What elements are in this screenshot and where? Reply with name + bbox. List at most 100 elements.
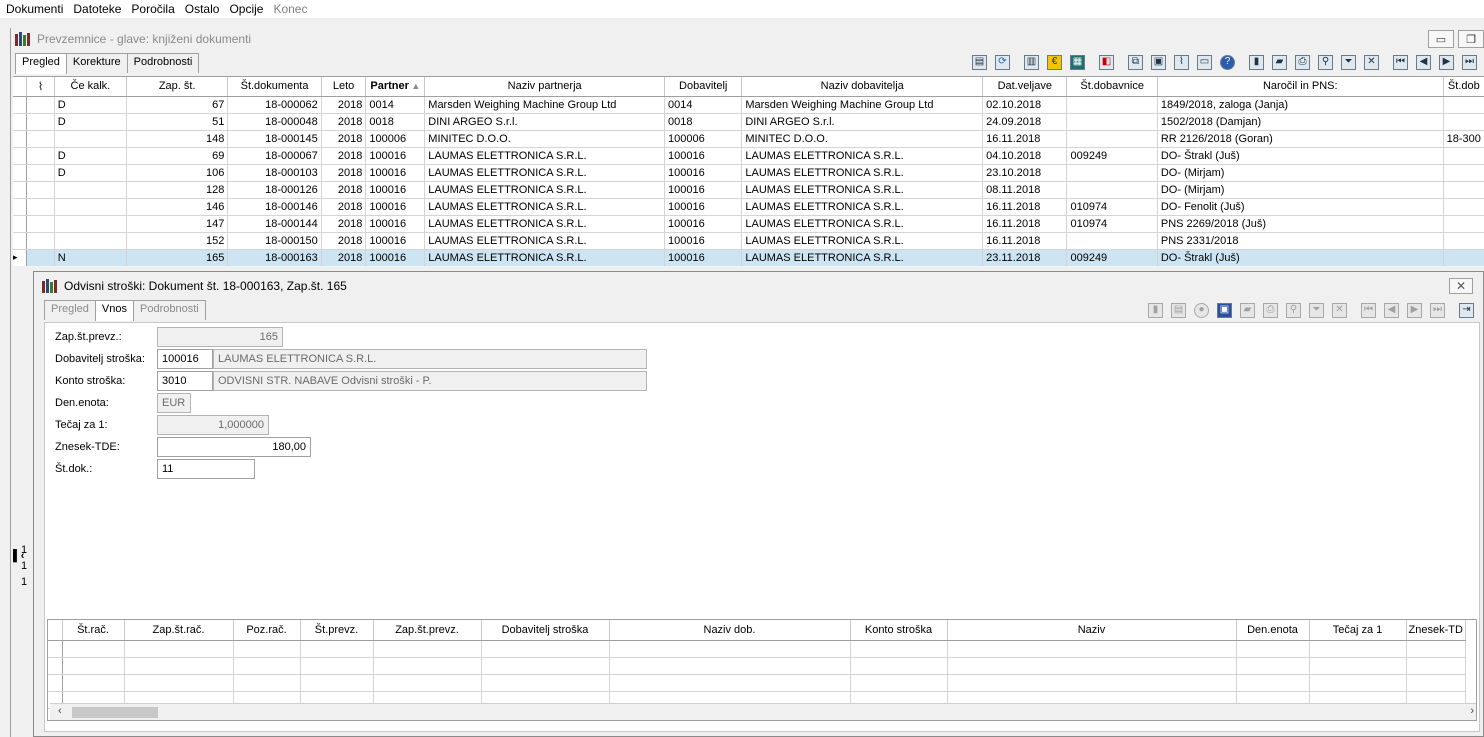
cell-ck[interactable]: D	[54, 113, 128, 131]
menu-ostalo[interactable]: Ostalo	[185, 2, 220, 16]
cell-zap[interactable]: 106	[126, 164, 229, 182]
row-indicator[interactable]	[13, 232, 28, 250]
cell-leto[interactable]: 2018	[321, 215, 367, 233]
cell-zap[interactable]: 69	[126, 147, 229, 165]
screen-button[interactable]: ▭	[1194, 52, 1215, 72]
cell-naziv[interactable]: LAUMAS ELETTRONICA S.R.L.	[424, 232, 666, 250]
row-attachment-cell[interactable]	[26, 232, 55, 250]
cell-leto[interactable]: 2018	[321, 181, 367, 199]
cell-dok[interactable]: 18-000126	[227, 181, 322, 199]
header-naziv-dobavitelja[interactable]: Naziv dobavitelja	[741, 77, 984, 97]
cell-dok[interactable]: 18-000146	[227, 198, 322, 216]
cell-dat[interactable]: 16.11.2018	[982, 130, 1068, 148]
cell-nar[interactable]: DO- Štrakl (Juš)	[1157, 249, 1444, 266]
table-row[interactable]: 147 18-000144 2018 100016 LAUMAS ELETTRONICA…	[13, 215, 1484, 233]
cell-dat[interactable]: 23.10.2018	[982, 164, 1068, 182]
menu-dokumenti[interactable]: Dokumenti	[6, 2, 63, 16]
menu-datoteke[interactable]: Datoteke	[73, 2, 121, 16]
copy-button[interactable]: ⧉	[1125, 52, 1146, 72]
cell-ck[interactable]	[54, 181, 128, 199]
cell-partner[interactable]: 100016	[365, 249, 426, 266]
cell-nar[interactable]: DO- (Mirjam)	[1157, 181, 1444, 199]
cell-dat[interactable]: 02.10.2018	[982, 96, 1068, 114]
cell-last[interactable]	[1443, 181, 1484, 199]
cell-dob[interactable]: 0014	[664, 96, 743, 114]
row-attachment-cell[interactable]	[26, 249, 55, 266]
print-button[interactable]: ⎙	[1292, 52, 1313, 72]
konto-name-field[interactable]: ODVISNI STR. NABAVE Odvisni stroški - P.	[213, 371, 647, 391]
table-row[interactable]	[48, 674, 1466, 692]
child-open-button[interactable]: ▰	[1237, 300, 1258, 320]
cell-stdob[interactable]	[1066, 232, 1158, 250]
header-dobavitelj[interactable]: Dobavitelj	[664, 77, 743, 97]
table-row[interactable]: D 69 18-000067 2018 100016 LAUMAS ELETTRONICA…	[13, 147, 1484, 165]
child-tab-pregled[interactable]: Pregled	[44, 300, 96, 320]
cell-stdob[interactable]: 009249	[1066, 147, 1158, 165]
cell-stdob[interactable]	[1066, 130, 1158, 148]
attach-button[interactable]: ⌇	[1171, 52, 1192, 72]
cell-dob[interactable]: 100016	[664, 147, 743, 165]
header-zap-st-prevz[interactable]: Zap.št.prevz.	[373, 620, 482, 641]
header-dobavitelj-stroska[interactable]: Dobavitelj stroška	[481, 620, 610, 641]
horizontal-scrollbar[interactable]: ‹ ›	[50, 703, 1476, 720]
cell-leto[interactable]: 2018	[321, 113, 367, 131]
cell-naziv[interactable]: DINI ARGEO S.r.l.	[424, 113, 666, 131]
cell-naziv[interactable]: LAUMAS ELETTRONICA S.R.L.	[424, 164, 666, 182]
search-button[interactable]: ⚲	[1315, 52, 1336, 72]
table-row[interactable]: 152 18-000150 2018 100016 LAUMAS ELETTRONICA…	[13, 232, 1484, 250]
paperclip-header-icon[interactable]: ⌇	[26, 77, 55, 97]
cell-partner[interactable]: 100016	[365, 147, 426, 165]
row-attachment-cell[interactable]	[26, 198, 55, 216]
paste-button[interactable]: ▣	[1148, 52, 1169, 72]
child-clear-filter-button[interactable]: ✕	[1329, 300, 1350, 320]
cell-nazivdob[interactable]: MINITEC D.O.O.	[741, 130, 984, 148]
table-row[interactable]	[48, 640, 1466, 658]
cell-nar[interactable]: DO- Fenolit (Juš)	[1157, 198, 1444, 216]
tab-pregled[interactable]: Pregled	[15, 53, 67, 74]
book-button[interactable]: ▥	[1021, 52, 1042, 72]
header-st-prevz[interactable]: Št.prevz.	[300, 620, 374, 641]
header-den-enota[interactable]: Den.enota	[1236, 620, 1310, 641]
dobavitelj-code-field[interactable]: 100016	[157, 349, 213, 369]
cell-nazivdob[interactable]: Marsden Weighing Machine Group Ltd	[741, 96, 984, 114]
den-enota-field[interactable]: EUR	[157, 393, 191, 413]
cell-nazivdob[interactable]: LAUMAS ELETTRONICA S.R.L.	[741, 147, 984, 165]
cell-stdob[interactable]: 010974	[1066, 198, 1158, 216]
cell-stdob[interactable]	[1066, 164, 1158, 182]
header-zap-st-rac[interactable]: Zap.št.rač.	[124, 620, 234, 641]
cell-naziv[interactable]: LAUMAS ELETTRONICA S.R.L.	[424, 215, 666, 233]
header-dat-veljave[interactable]: Dat.veljave	[982, 77, 1068, 97]
table-row[interactable]: ▸ N 165 18-000163 2018 100016 LAUMAS ELETTRONI…	[13, 249, 1484, 266]
open-button[interactable]: ▰	[1269, 52, 1290, 72]
filter-button[interactable]: ⏷	[1338, 52, 1359, 72]
restore-button[interactable]: ❐	[1458, 30, 1484, 48]
cell-dok[interactable]: 18-000145	[227, 130, 322, 148]
header-narocil-pns[interactable]: Naročil in PNS:	[1157, 77, 1444, 97]
row-indicator[interactable]	[13, 130, 28, 148]
cell-ck[interactable]	[54, 130, 128, 148]
header-tecaj-za-1[interactable]: Tečaj za 1	[1309, 620, 1407, 641]
row-indicator[interactable]	[13, 96, 28, 114]
cell-last[interactable]	[1443, 96, 1484, 114]
cell-stdob[interactable]	[1066, 113, 1158, 131]
cell-last[interactable]	[1443, 232, 1484, 250]
child-print-button[interactable]: ⎙	[1260, 300, 1281, 320]
cell-last[interactable]	[1443, 215, 1484, 233]
minimize-button[interactable]: ▭	[1428, 30, 1454, 48]
header-st-dob[interactable]: Št.dob	[1443, 77, 1484, 97]
cell-dok[interactable]: 18-000144	[227, 215, 322, 233]
cell-nazivdob[interactable]: LAUMAS ELETTRONICA S.R.L.	[741, 198, 984, 216]
cell-ck[interactable]: D	[54, 164, 128, 182]
cell-dok[interactable]: 18-000062	[227, 96, 322, 114]
child-search-button[interactable]: ⚲	[1283, 300, 1304, 320]
calculator-button[interactable]: ▦	[1067, 52, 1088, 72]
current-row-indicator-icon[interactable]: ▸	[13, 249, 28, 266]
cell-ck[interactable]: N	[54, 249, 128, 266]
cell-zap[interactable]: 67	[126, 96, 229, 114]
header-partner[interactable]: Partner ▲	[365, 77, 426, 97]
cell-nar[interactable]: 1502/2018 (Damjan)	[1157, 113, 1444, 131]
cell-last[interactable]: 18-300	[1443, 130, 1484, 148]
cell-partner[interactable]: 100016	[365, 232, 426, 250]
cell-nazivdob[interactable]: LAUMAS ELETTRONICA S.R.L.	[741, 181, 984, 199]
cell-last[interactable]	[1443, 164, 1484, 182]
